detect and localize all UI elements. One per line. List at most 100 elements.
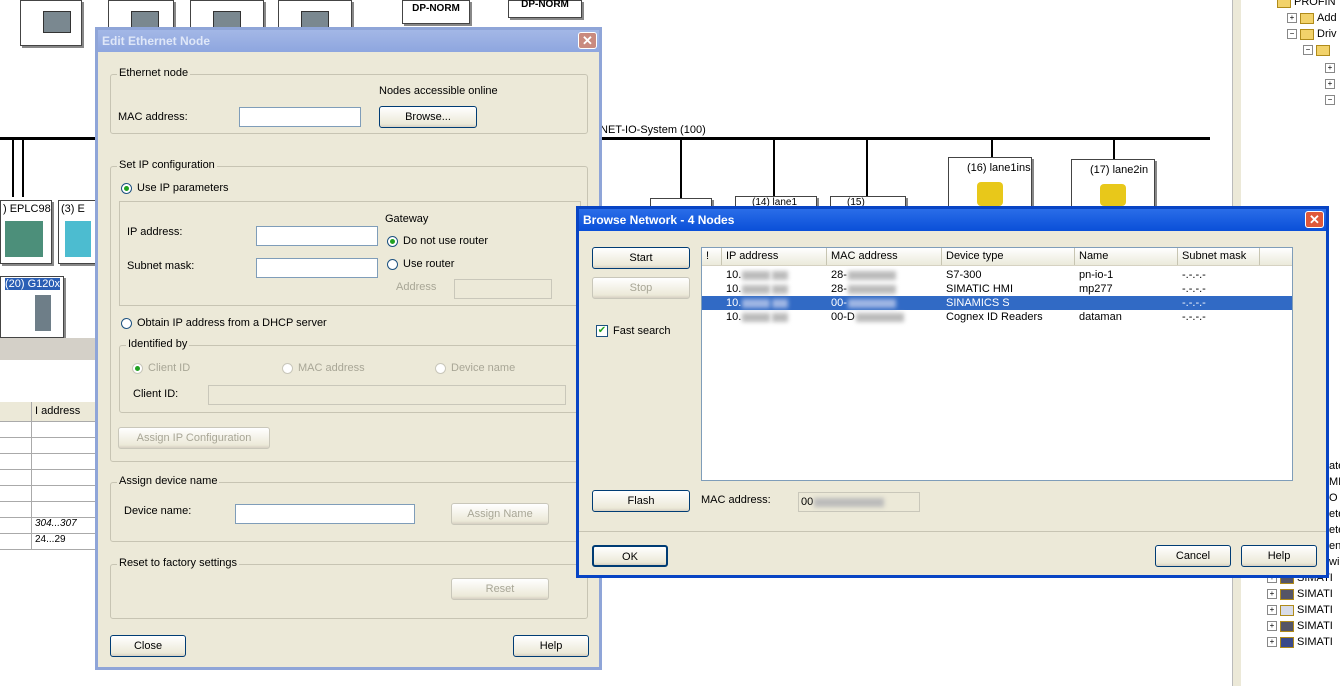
grid-cell[interactable] bbox=[32, 502, 96, 518]
grid-cell[interactable] bbox=[0, 502, 32, 518]
tree-item[interactable]: O bbox=[1329, 492, 1338, 507]
bus-drop bbox=[12, 137, 14, 197]
collapse-icon[interactable]: − bbox=[1325, 95, 1335, 106]
tree-item[interactable]: ete bbox=[1329, 508, 1340, 523]
tree-item[interactable]: + SIMATI bbox=[1267, 588, 1333, 603]
column-header-mac[interactable]: MAC address bbox=[827, 248, 942, 265]
tree-item[interactable]: + SIMATI bbox=[1267, 620, 1333, 635]
start-button[interactable]: Start bbox=[592, 247, 690, 269]
grid-cell[interactable] bbox=[32, 486, 96, 502]
grid-header-address: I address bbox=[32, 402, 96, 422]
node-list[interactable]: ! IP address MAC address Device type Nam… bbox=[701, 247, 1293, 481]
do-not-use-router-radio[interactable] bbox=[387, 236, 398, 247]
assign-name-button[interactable]: Assign Name bbox=[451, 503, 549, 525]
subnet-mask-label: Subnet mask: bbox=[127, 260, 195, 272]
device-module[interactable] bbox=[20, 0, 82, 46]
tree-item[interactable]: PROFIN bbox=[1277, 0, 1336, 11]
subnet-cell: -.-.-.- bbox=[1182, 283, 1206, 295]
tree-item[interactable]: MI bbox=[1329, 476, 1340, 491]
device-lane1[interactable]: (16) lane1ins bbox=[948, 157, 1032, 211]
table-row[interactable]: 10. 28- SIMATIC HMI mp277 -.-.-.- bbox=[702, 282, 1292, 296]
tree-item[interactable]: + bbox=[1325, 78, 1338, 93]
device-name-input[interactable] bbox=[235, 504, 415, 524]
browse-network-titlebar[interactable]: Browse Network - 4 Nodes ✕ bbox=[579, 209, 1326, 231]
tree-item[interactable]: + Add bbox=[1287, 12, 1337, 27]
column-header-name[interactable]: Name bbox=[1075, 248, 1178, 265]
edit-node-titlebar[interactable]: Edit Ethernet Node ✕ bbox=[98, 30, 599, 52]
grid-cell[interactable] bbox=[32, 470, 96, 486]
grid-cell[interactable] bbox=[0, 438, 32, 454]
close-button[interactable]: Close bbox=[110, 635, 186, 657]
tree-item[interactable]: − bbox=[1303, 44, 1333, 59]
tree-item[interactable]: − bbox=[1325, 94, 1338, 109]
expand-icon[interactable]: + bbox=[1267, 589, 1277, 600]
tree-item[interactable]: en bbox=[1329, 540, 1340, 555]
device-label: (20) G120x bbox=[5, 278, 61, 290]
grid-cell[interactable] bbox=[32, 438, 96, 454]
column-header-subnet[interactable]: Subnet mask bbox=[1178, 248, 1260, 265]
mac-cell: 00-D bbox=[827, 310, 905, 324]
subnet-cell: -.-.-.- bbox=[1182, 269, 1206, 281]
dp-norm-box[interactable]: DP-NORM bbox=[508, 0, 582, 18]
tree-item[interactable]: ete bbox=[1329, 524, 1340, 539]
tree-item[interactable]: wi bbox=[1329, 556, 1339, 571]
collapse-icon[interactable]: − bbox=[1287, 29, 1297, 40]
grid-cell[interactable] bbox=[0, 518, 32, 534]
tree-item[interactable]: + SIMATI bbox=[1267, 604, 1333, 619]
expand-icon[interactable]: + bbox=[1267, 605, 1277, 616]
device-g120[interactable]: (20) G120x bbox=[0, 276, 64, 338]
help-button[interactable]: Help bbox=[513, 635, 589, 657]
tree-item[interactable]: + SIMATI bbox=[1267, 636, 1333, 651]
subnet-mask-input[interactable] bbox=[256, 258, 378, 278]
device-eplc[interactable]: ) EPLC98 bbox=[0, 200, 52, 264]
column-header-device-type[interactable]: Device type bbox=[942, 248, 1075, 265]
tree-item[interactable]: ate bbox=[1329, 460, 1340, 475]
cancel-button[interactable]: Cancel bbox=[1155, 545, 1231, 567]
table-row[interactable]: 10. 00-D Cognex ID Readers dataman -.-.-… bbox=[702, 310, 1292, 324]
grid-cell[interactable] bbox=[0, 454, 32, 470]
tree-item[interactable]: + bbox=[1325, 62, 1338, 77]
use-ip-parameters-radio[interactable] bbox=[121, 183, 132, 194]
browse-button[interactable]: Browse... bbox=[379, 106, 477, 128]
gateway-label: Gateway bbox=[385, 213, 429, 225]
expand-icon[interactable]: + bbox=[1325, 79, 1335, 90]
column-header-ip[interactable]: IP address bbox=[722, 248, 827, 265]
column-header-status[interactable]: ! bbox=[702, 248, 722, 265]
assign-ip-configuration-button[interactable]: Assign IP Configuration bbox=[118, 427, 270, 449]
help-button[interactable]: Help bbox=[1241, 545, 1317, 567]
nodes-accessible-label: Nodes accessible online bbox=[379, 85, 498, 97]
close-icon[interactable]: ✕ bbox=[1305, 211, 1324, 228]
reset-button[interactable]: Reset bbox=[451, 578, 549, 600]
expand-icon[interactable]: + bbox=[1325, 63, 1335, 74]
grid-cell-address[interactable]: 304...307 bbox=[32, 518, 96, 534]
mac-address-input[interactable] bbox=[239, 107, 361, 127]
expand-icon[interactable]: + bbox=[1267, 637, 1277, 648]
ok-button[interactable]: OK bbox=[592, 545, 668, 567]
flash-button[interactable]: Flash bbox=[592, 490, 690, 512]
grid-cell[interactable] bbox=[0, 422, 32, 438]
ip-address-input[interactable] bbox=[256, 226, 378, 246]
use-router-radio[interactable] bbox=[387, 259, 398, 270]
divider bbox=[579, 531, 1326, 532]
grid-cell-address[interactable]: 24...29 bbox=[32, 534, 96, 550]
expand-icon[interactable]: + bbox=[1287, 13, 1297, 24]
collapse-icon[interactable]: − bbox=[1303, 45, 1313, 56]
expand-icon[interactable]: + bbox=[1267, 621, 1277, 632]
tree-item[interactable]: − Driv bbox=[1287, 28, 1337, 43]
grid-cell[interactable] bbox=[0, 486, 32, 502]
table-row[interactable]: 10. 28- S7-300 pn-io-1 -.-.-.- bbox=[702, 268, 1292, 282]
grid-cell[interactable] bbox=[0, 534, 32, 550]
stop-button[interactable]: Stop bbox=[592, 277, 690, 299]
close-icon[interactable]: ✕ bbox=[578, 32, 597, 49]
device-icon bbox=[1280, 620, 1294, 632]
dp-norm-box[interactable]: DP-NORM bbox=[402, 0, 470, 24]
table-row-selected[interactable]: 10. 00- SINAMICS S -.-.-.- bbox=[702, 296, 1292, 310]
grid-cell[interactable] bbox=[0, 470, 32, 486]
fast-search-checkbox[interactable]: ✔ bbox=[596, 325, 608, 337]
device-3[interactable]: (3) E bbox=[58, 200, 98, 264]
device-lane2[interactable]: (17) lane2in bbox=[1071, 159, 1155, 211]
grid-cell[interactable] bbox=[32, 454, 96, 470]
obtain-dhcp-radio[interactable] bbox=[121, 318, 132, 329]
grid-cell[interactable] bbox=[32, 422, 96, 438]
ip-address-label: IP address: bbox=[127, 226, 183, 238]
